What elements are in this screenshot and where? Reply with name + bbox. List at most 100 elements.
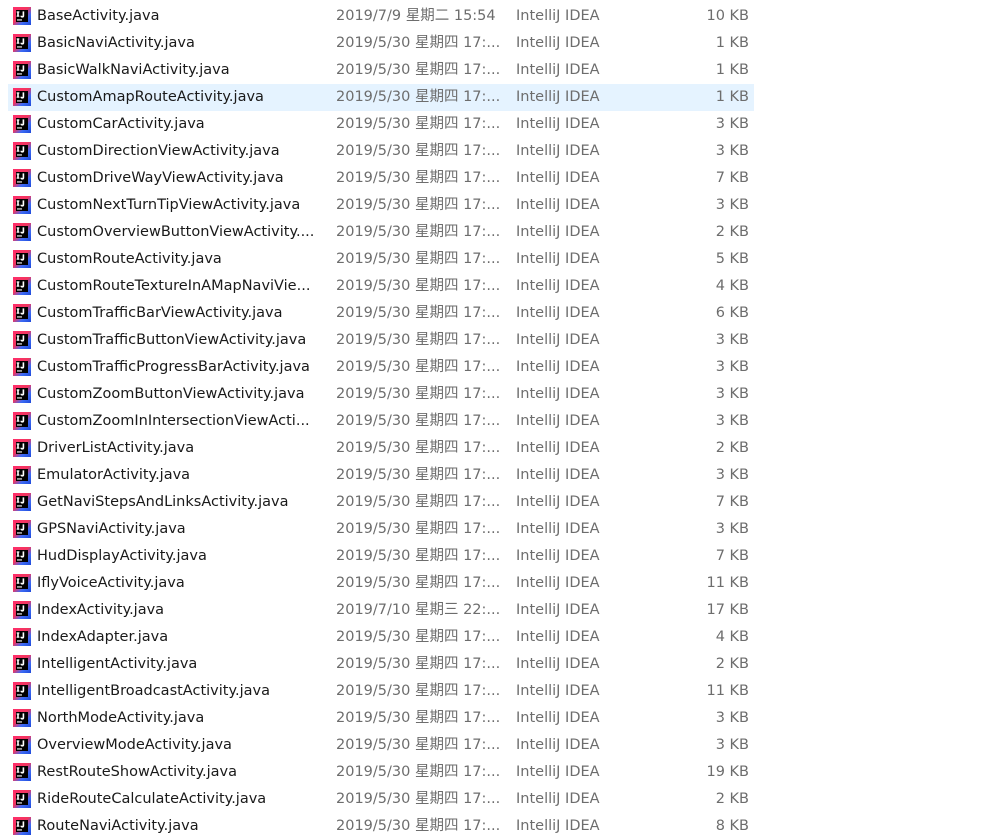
file-row[interactable]: IntelligentActivity.java 2019/5/30 星期四 1… — [8, 651, 754, 678]
file-row[interactable]: IntelligentBroadcastActivity.java 2019/5… — [8, 678, 754, 705]
file-row[interactable]: CustomRouteActivity.java 2019/5/30 星期四 1… — [8, 246, 754, 273]
file-type: IntelliJ IDEA — [516, 359, 600, 375]
file-type: IntelliJ IDEA — [516, 8, 600, 24]
file-row[interactable]: IndexActivity.java 2019/7/10 星期三 22:... … — [8, 597, 754, 624]
file-type: IntelliJ IDEA — [516, 197, 600, 213]
file-date-modified: 2019/5/30 星期四 17:... — [336, 62, 501, 78]
file-row[interactable]: RouteNaviActivity.java 2019/5/30 星期四 17:… — [8, 813, 754, 840]
file-name: BaseActivity.java — [37, 8, 160, 24]
file-date-modified: 2019/5/30 星期四 17:... — [336, 791, 501, 807]
file-date-modified: 2019/5/30 星期四 17:... — [336, 224, 501, 240]
file-row[interactable]: CustomTrafficButtonViewActivity.java 201… — [8, 327, 754, 354]
intellij-idea-icon — [12, 57, 32, 84]
file-date-modified: 2019/5/30 星期四 17:... — [336, 197, 501, 213]
intellij-idea-icon — [12, 84, 32, 111]
file-size: 3 KB — [715, 710, 749, 726]
file-row[interactable]: GPSNaviActivity.java 2019/5/30 星期四 17:..… — [8, 516, 754, 543]
file-date-modified: 2019/5/30 星期四 17:... — [336, 629, 501, 645]
file-name: CustomAmapRouteActivity.java — [37, 89, 264, 105]
file-row[interactable]: CustomTrafficBarViewActivity.java 2019/5… — [8, 300, 754, 327]
file-name: EmulatorActivity.java — [37, 467, 191, 483]
intellij-idea-icon — [12, 192, 32, 219]
file-row[interactable]: CustomOverviewButtonViewActivity.... 201… — [8, 219, 754, 246]
intellij-idea-icon — [12, 813, 32, 840]
file-name: IntelligentBroadcastActivity.java — [37, 683, 270, 699]
intellij-idea-icon — [12, 300, 32, 327]
file-name: GPSNaviActivity.java — [37, 521, 186, 537]
file-date-modified: 2019/5/30 星期四 17:... — [336, 818, 501, 834]
file-type: IntelliJ IDEA — [516, 440, 600, 456]
file-row[interactable]: OverviewModeActivity.java 2019/5/30 星期四 … — [8, 732, 754, 759]
file-date-modified: 2019/5/30 星期四 17:... — [336, 467, 501, 483]
intellij-idea-icon — [12, 3, 32, 30]
file-type: IntelliJ IDEA — [516, 548, 600, 564]
file-type: IntelliJ IDEA — [516, 224, 600, 240]
file-row[interactable]: RestRouteShowActivity.java 2019/5/30 星期四… — [8, 759, 754, 786]
file-name: RideRouteCalculateActivity.java — [37, 791, 267, 807]
file-row[interactable]: CustomCarActivity.java 2019/5/30 星期四 17:… — [8, 111, 754, 138]
file-size: 6 KB — [715, 305, 749, 321]
file-size: 3 KB — [715, 332, 749, 348]
file-row[interactable]: CustomRouteTextureInAMapNaviVie... 2019/… — [8, 273, 754, 300]
file-row[interactable]: CustomDirectionViewActivity.java 2019/5/… — [8, 138, 754, 165]
file-name: RestRouteShowActivity.java — [37, 764, 237, 780]
file-type: IntelliJ IDEA — [516, 62, 600, 78]
intellij-idea-icon — [12, 408, 32, 435]
file-size: 4 KB — [715, 278, 749, 294]
file-size: 7 KB — [715, 548, 749, 564]
file-size: 3 KB — [715, 197, 749, 213]
file-row[interactable]: CustomAmapRouteActivity.java 2019/5/30 星… — [8, 84, 754, 111]
file-row[interactable]: GetNaviStepsAndLinksActivity.java 2019/5… — [8, 489, 754, 516]
file-row[interactable]: BasicNaviActivity.java 2019/5/30 星期四 17:… — [8, 30, 754, 57]
file-row[interactable]: BaseActivity.java 2019/7/9 星期二 15:54 Int… — [8, 3, 754, 30]
file-date-modified: 2019/5/30 星期四 17:... — [336, 521, 501, 537]
file-row[interactable]: CustomNextTurnTipViewActivity.java 2019/… — [8, 192, 754, 219]
file-type: IntelliJ IDEA — [516, 35, 600, 51]
file-type: IntelliJ IDEA — [516, 710, 600, 726]
intellij-idea-icon — [12, 597, 32, 624]
file-type: IntelliJ IDEA — [516, 251, 600, 267]
file-row[interactable]: DriverListActivity.java 2019/5/30 星期四 17… — [8, 435, 754, 462]
file-type: IntelliJ IDEA — [516, 278, 600, 294]
file-type: IntelliJ IDEA — [516, 791, 600, 807]
intellij-idea-icon — [12, 624, 32, 651]
intellij-idea-icon — [12, 516, 32, 543]
file-type: IntelliJ IDEA — [516, 656, 600, 672]
file-date-modified: 2019/5/30 星期四 17:... — [336, 737, 501, 753]
intellij-idea-icon — [12, 219, 32, 246]
file-name: OverviewModeActivity.java — [37, 737, 232, 753]
file-row[interactable]: CustomZoomButtonViewActivity.java 2019/5… — [8, 381, 754, 408]
file-type: IntelliJ IDEA — [516, 521, 600, 537]
file-date-modified: 2019/5/30 星期四 17:... — [336, 89, 501, 105]
file-type: IntelliJ IDEA — [516, 737, 600, 753]
file-type: IntelliJ IDEA — [516, 764, 600, 780]
file-row[interactable]: NorthModeActivity.java 2019/5/30 星期四 17:… — [8, 705, 754, 732]
intellij-idea-icon — [12, 354, 32, 381]
file-date-modified: 2019/5/30 星期四 17:... — [336, 764, 501, 780]
file-size: 2 KB — [715, 224, 749, 240]
file-row[interactable]: CustomZoomInIntersectionViewActi... 2019… — [8, 408, 754, 435]
file-name: CustomTrafficBarViewActivity.java — [37, 305, 283, 321]
file-size: 3 KB — [715, 467, 749, 483]
file-type: IntelliJ IDEA — [516, 467, 600, 483]
file-row[interactable]: BasicWalkNaviActivity.java 2019/5/30 星期四… — [8, 57, 754, 84]
file-date-modified: 2019/5/30 星期四 17:... — [336, 278, 501, 294]
file-size: 3 KB — [715, 737, 749, 753]
file-type: IntelliJ IDEA — [516, 575, 600, 591]
file-row[interactable]: IndexAdapter.java 2019/5/30 星期四 17:... I… — [8, 624, 754, 651]
file-date-modified: 2019/5/30 星期四 17:... — [336, 251, 501, 267]
file-date-modified: 2019/5/30 星期四 17:... — [336, 332, 501, 348]
file-row[interactable]: HudDisplayActivity.java 2019/5/30 星期四 17… — [8, 543, 754, 570]
file-name: CustomRouteActivity.java — [37, 251, 222, 267]
file-type: IntelliJ IDEA — [516, 305, 600, 321]
file-row[interactable]: EmulatorActivity.java 2019/5/30 星期四 17:.… — [8, 462, 754, 489]
file-date-modified: 2019/5/30 星期四 17:... — [336, 683, 501, 699]
file-name: CustomZoomButtonViewActivity.java — [37, 386, 305, 402]
file-row[interactable]: IflyVoiceActivity.java 2019/5/30 星期四 17:… — [8, 570, 754, 597]
file-row[interactable]: CustomTrafficProgressBarActivity.java 20… — [8, 354, 754, 381]
intellij-idea-icon — [12, 786, 32, 813]
file-name: DriverListActivity.java — [37, 440, 195, 456]
file-row[interactable]: RideRouteCalculateActivity.java 2019/5/3… — [8, 786, 754, 813]
file-size: 3 KB — [715, 116, 749, 132]
file-row[interactable]: CustomDriveWayViewActivity.java 2019/5/3… — [8, 165, 754, 192]
